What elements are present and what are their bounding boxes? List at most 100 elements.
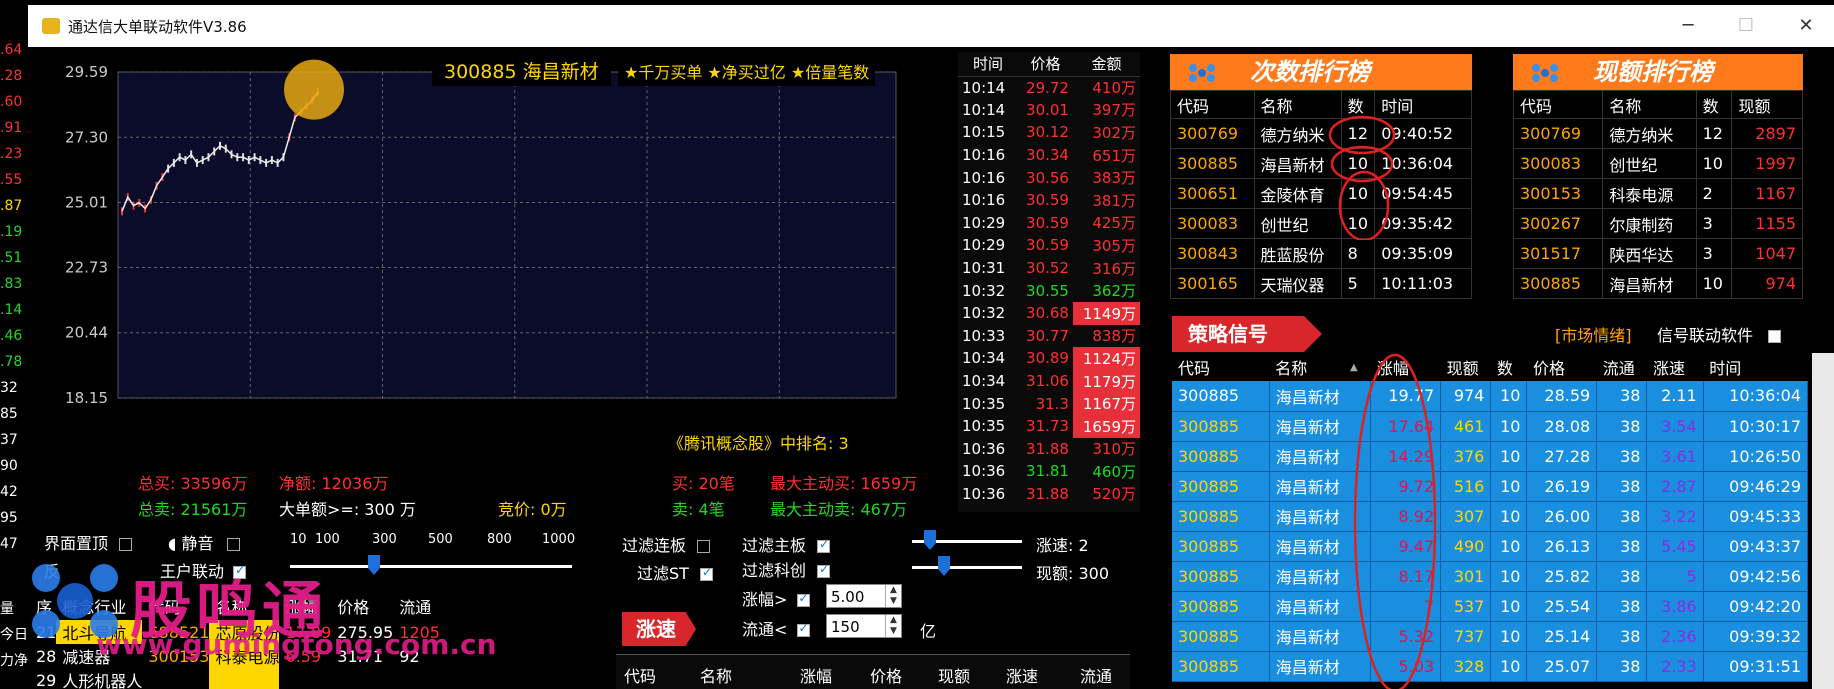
trade-time: 10:36 [962,484,1006,503]
slider-tick-label: 10 [290,532,307,547]
float-filter[interactable]: 流通< [742,616,810,640]
amount_rank-row[interactable]: 300885 海昌新材 10 974 [1512,268,1803,299]
bottom-header[interactable]: 代码 [624,663,656,687]
signal-table-scrollbar[interactable] [1812,353,1834,689]
filter-board-toggle[interactable]: 过滤连板 [622,532,711,556]
bottom-header[interactable]: 现额 [938,663,970,687]
signal-header[interactable]: 时间 [1703,353,1808,381]
mute-toggle[interactable]: ◖ 静音 [168,530,240,554]
signal-row[interactable]: 300885 海昌新材 8.17 301 10 25.82 38 5 09:42:56 [1172,561,1808,592]
bottom-header[interactable]: 名称 [700,663,732,687]
rise-threshold-input[interactable]: 5.00 ▲ ▼ [826,584,902,608]
trade-time: 10:31 [962,259,1006,278]
amount_rank-cell: 3 [1695,208,1733,239]
count_rank-row[interactable]: 300165 天瑞仪器 5 10:11:03 [1170,268,1472,299]
market-sentiment-link[interactable]: [市场情绪] [1555,322,1632,346]
amount_rank-row[interactable]: 301517 陕西华达 3 1047 [1512,238,1803,269]
signal-cell: 300885 [1172,591,1270,622]
close-button[interactable]: ✕ [1786,11,1826,41]
slider-tick-label: 1000 [542,532,576,547]
pin-top-toggle[interactable]: 界面置顶 [44,530,133,554]
filter-kc-toggle[interactable]: 过滤科创 [742,557,831,581]
total-buy: 总买: 33596万 [138,474,248,493]
amount_rank-cell: 301517 [1512,238,1604,269]
signal-header[interactable]: 名称 [1269,353,1344,381]
trade-price: 30.12 [1026,123,1069,142]
filter-st-checkbox[interactable] [700,565,714,581]
big-order-slider-thumb[interactable] [368,555,380,575]
rise-checkbox[interactable] [796,591,810,607]
bottom-header[interactable]: 流通 [1080,663,1112,687]
signal-row[interactable]: 300885 海昌新材 19.77 974 10 28.59 38 2.11 10:36:04 [1172,381,1808,412]
bottom-header[interactable]: 涨速 [1006,663,1038,687]
spin-arrows-icon[interactable]: ▲ ▼ [885,615,901,637]
signal-header[interactable]: 流通 [1596,353,1647,381]
filter-kc-checkbox[interactable] [817,562,831,578]
signal-row[interactable]: 300885 海昌新材 9.47 490 10 26.13 38 5.45 09:43:37 [1172,531,1808,562]
speed-slider-thumb[interactable] [924,530,936,550]
rank-logo-icon [1532,64,1558,82]
trade-row: 10:16 30.34 651万 [958,144,1140,167]
signal-link-toggle[interactable]: 信号联动软件 [1657,322,1782,346]
signal-row[interactable]: 300885 海昌新材 7 537 10 25.54 38 3.86 09:42:20 [1172,591,1808,622]
signal-header[interactable]: 现额 [1440,353,1491,381]
signal-header[interactable]: 涨速 [1646,353,1704,381]
signal-header[interactable]: 数 [1490,353,1527,381]
maximize-button[interactable]: ☐ [1726,11,1766,41]
amount_rank-header: 名称 [1602,90,1697,119]
filter-board-label: 过滤连板 [622,536,687,555]
float-threshold-input[interactable]: 150 ▲ ▼ [826,614,902,638]
trade-amount: 1659万 [1072,414,1140,438]
trade-time: 10:14 [962,100,1006,119]
bottom-header[interactable]: 涨幅 [800,663,832,687]
amount_rank-row[interactable]: 300083 创世纪 10 1997 [1512,148,1803,179]
strategy-signal-button[interactable]: 策略信号 [1172,316,1322,352]
filter-board-checkbox[interactable] [697,540,711,553]
signal-row[interactable]: 300885 海昌新材 5.32 737 10 25.14 38 2.36 09:39:32 [1172,621,1808,652]
big-order-slider-track[interactable] [290,565,572,568]
amount_rank-row[interactable]: 300153 科泰电源 2 1167 [1512,178,1803,209]
spin-arrows-icon[interactable]: ▲ ▼ [885,585,901,607]
amount-slider-thumb[interactable] [938,556,950,576]
signal-row[interactable]: 300885 海昌新材 8.92 307 10 26.00 38 3.22 09:45:33 [1172,501,1808,532]
filter-main-checkbox[interactable] [817,537,831,553]
amount_rank-row[interactable]: 300267 尔康制药 3 1155 [1512,208,1803,239]
amount_rank-row[interactable]: 300769 德方纳米 12 2897 [1512,118,1803,149]
signal-cell: 300885 [1172,471,1270,502]
signal-link-checkbox[interactable] [1768,330,1782,343]
trade-price: 30.52 [1026,259,1069,278]
count_rank-row[interactable]: 300843 胜蓝股份 8 09:35:09 [1170,238,1472,269]
float-checkbox[interactable] [796,621,810,637]
signal-header[interactable]: 代码 [1172,353,1270,381]
amount_rank-cell: 2897 [1731,118,1803,149]
signal-cell: 38 [1596,441,1648,472]
filter-main-toggle[interactable]: 过滤主板 [742,532,831,556]
concept-cell: 28 [36,646,57,666]
signal-row[interactable]: 300885 海昌新材 14.29 376 10 27.28 38 3.61 10:26:50 [1172,441,1808,472]
filter-st-toggle[interactable]: 过滤ST [637,560,714,584]
pin-top-checkbox[interactable] [119,538,133,551]
buy-count: 买: 20笔 [672,474,735,493]
trade-row: 10:34 31.06 1179万 [958,369,1140,393]
mute-checkbox[interactable] [226,538,240,551]
concept-row[interactable]: 29 人形机器人 [30,668,440,689]
signal-row[interactable]: 300885 海昌新材 9.72 516 10 26.19 38 2.87 09:46:29 [1172,471,1808,502]
signal-row[interactable]: 300885 海昌新材 5.03 328 10 25.07 38 2.33 09:31:51 [1172,651,1808,682]
signal-header[interactable]: 价格 [1526,353,1597,381]
trade-row: 10:32 30.55 362万 [958,279,1140,302]
concept-cell: 29 [36,670,57,689]
side-number: .91 [0,120,23,136]
signal-cell: 300885 [1172,651,1270,682]
signal-link-label: 信号联动软件 [1657,326,1754,345]
rise-filter[interactable]: 涨幅> [742,586,810,610]
trade-time: 10:16 [962,146,1006,165]
bottom-header[interactable]: 价格 [870,663,902,687]
amount_rank-cell: 1997 [1731,148,1803,179]
concept-cell [142,668,209,689]
signal-row[interactable]: 300885 海昌新材 17.64 461 10 28.08 38 3.54 10:30:17 [1172,411,1808,442]
minimize-button[interactable]: ─ [1668,11,1708,41]
signal-cell: 328 [1440,651,1492,682]
amount-slider-track[interactable] [912,566,1022,569]
rise-speed-button[interactable]: 涨速 [622,612,696,646]
amount_rank-header: 代码 [1512,90,1604,119]
